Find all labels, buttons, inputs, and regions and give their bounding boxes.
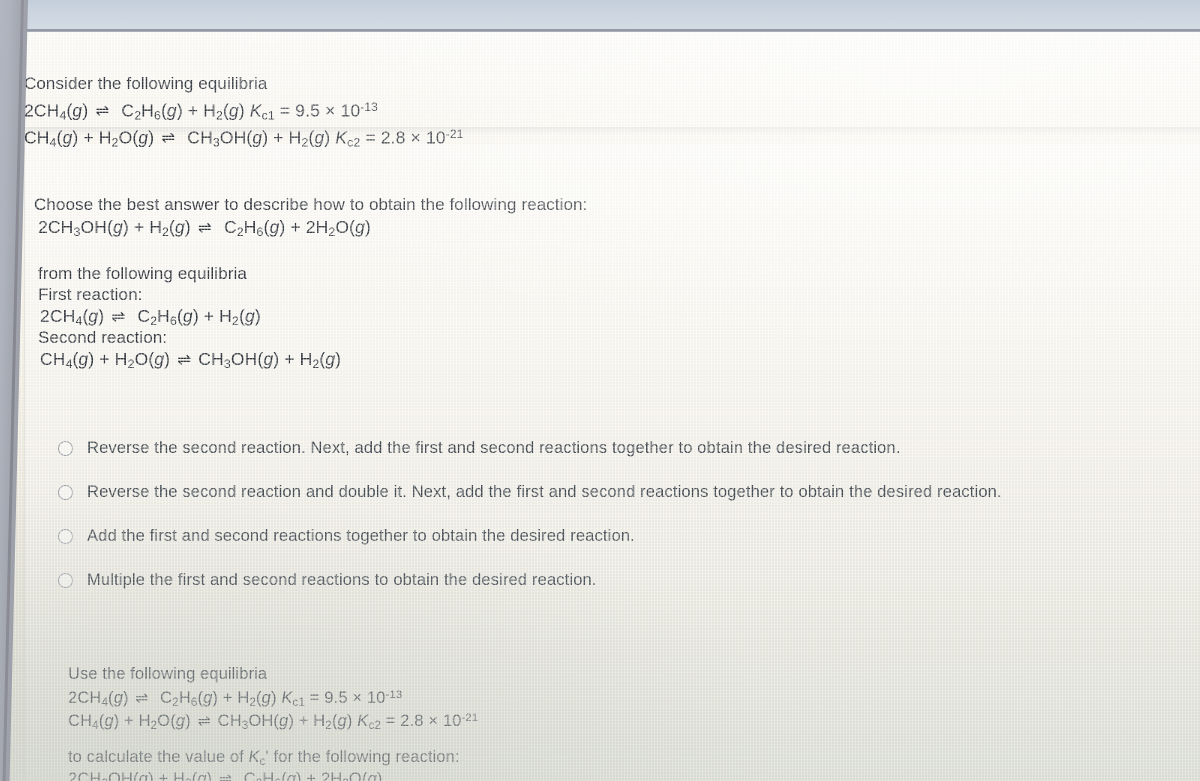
radio-unselected-icon[interactable] bbox=[58, 441, 73, 456]
answer-option-d[interactable]: Multiple the first and second reactions … bbox=[58, 569, 1178, 613]
radio-unselected-icon[interactable] bbox=[58, 529, 73, 544]
followup-calc-prefix: to calculate the value of bbox=[68, 748, 249, 766]
radio-unselected-icon[interactable] bbox=[58, 485, 73, 500]
answer-option-d-label: Multiple the first and second reactions … bbox=[87, 571, 597, 589]
question-target-reaction-text: 2CH3OH(g) + H2(g) ⇌ C2H6(g) + 2H2O(g) bbox=[38, 217, 372, 240]
answer-option-b[interactable]: Reverse the second reaction and double i… bbox=[58, 481, 1178, 525]
answer-option-c-label: Add the first and second reactions toget… bbox=[87, 527, 635, 545]
followup-calc-suffix: for the following reaction: bbox=[268, 748, 460, 766]
answer-option-a[interactable]: Reverse the second reaction. Next, add t… bbox=[58, 437, 1178, 481]
intro-heading: Consider the following equilibria bbox=[24, 70, 267, 97]
top-bar-divider bbox=[0, 29, 1200, 32]
browser-top-bar bbox=[0, 0, 1200, 31]
screenshot-root: Consider the following equilibria 2CH4(g… bbox=[0, 0, 1200, 781]
second-reaction-equation: CH4(g) + H2O(g) ⇌ CH3OH(g) + H2(g) bbox=[40, 346, 341, 378]
intro-heading-text: Consider the following equilibria bbox=[24, 74, 268, 93]
quiz-page: Consider the following equilibria 2CH4(g… bbox=[0, 32, 1200, 781]
answer-options-group: Reverse the second reaction. Next, add t… bbox=[58, 437, 1178, 613]
intro-equation-2: CH4(g) + H2O(g) ⇌ CH3OH(g) + H2(g) Kc2 =… bbox=[24, 121, 463, 156]
answer-option-c[interactable]: Add the first and second reactions toget… bbox=[58, 525, 1178, 569]
followup-equation-2: CH4(g) + H2O(g) ⇌ CH3OH(g) + H2(g) Kc2 =… bbox=[68, 707, 478, 737]
answer-option-a-label: Reverse the second reaction. Next, add t… bbox=[87, 439, 901, 457]
intro-equation-2-text: CH4(g) + H2O(g) ⇌ CH3OH(g) + H2(g) Kc2 =… bbox=[24, 127, 464, 150]
followup-heading-text: Use the following equilibria bbox=[68, 665, 268, 683]
followup-target-reaction: 2CH3OH(g) + H2(g) ⇌ C2H6(g) + 2H2O(g) bbox=[68, 768, 383, 781]
followup-heading: Use the following equilibria bbox=[68, 663, 267, 685]
question-target-reaction: 2CH3OH(g) + H2(g) ⇌ C2H6(g) + 2H2O(g) bbox=[38, 214, 371, 246]
answer-option-b-label: Reverse the second reaction and double i… bbox=[87, 483, 1002, 501]
second-reaction-equation-text: CH4(g) + H2O(g) ⇌ CH3OH(g) + H2(g) bbox=[40, 349, 342, 372]
followup-target-reaction-text: 2CH3OH(g) + H2(g) ⇌ C2H6(g) + 2H2O(g) bbox=[68, 770, 383, 781]
followup-equation-2-text: CH4(g) + H2O(g) ⇌ CH3OH(g) + H2(g) Kc2 =… bbox=[68, 712, 479, 732]
radio-unselected-icon[interactable] bbox=[58, 573, 73, 588]
